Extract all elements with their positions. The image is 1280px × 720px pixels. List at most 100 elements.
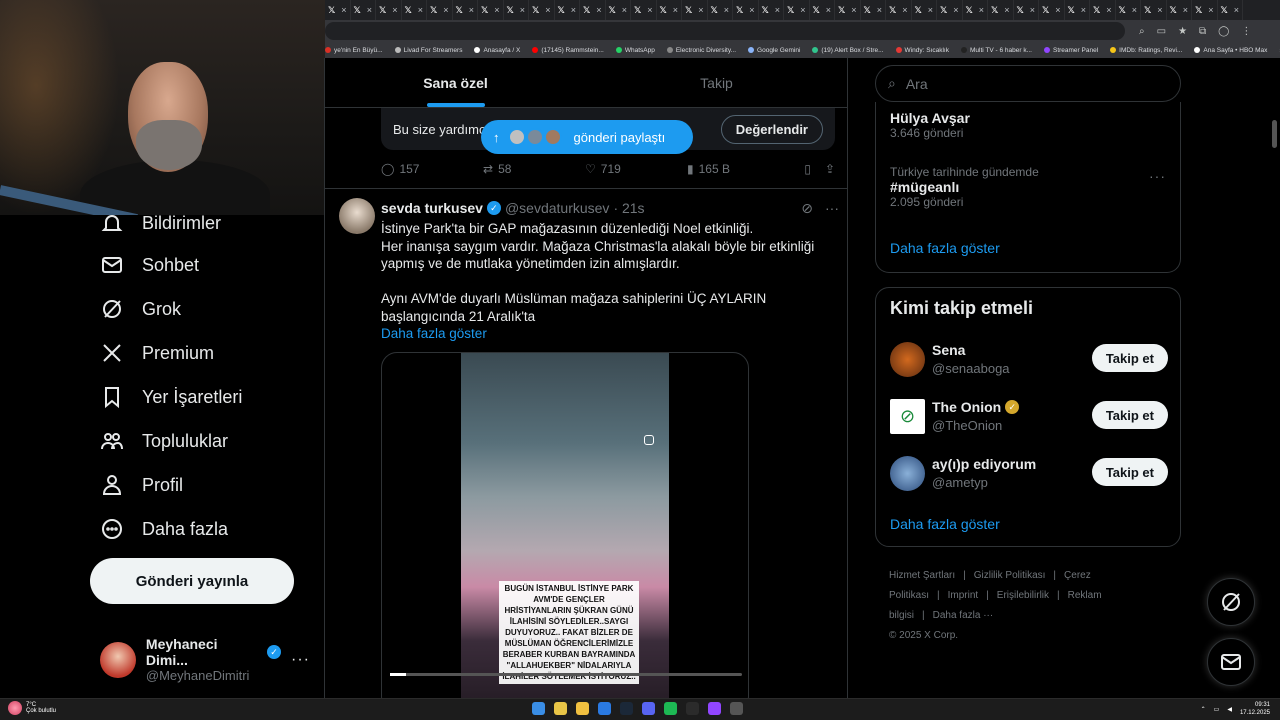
messages-fab[interactable] [1207, 638, 1255, 686]
browser-tab[interactable]: 𝕏 × [1090, 0, 1116, 20]
tab-close-icon[interactable]: × [851, 5, 856, 15]
nav-item-communities[interactable]: Topluluklar [100, 429, 228, 453]
bookmark-item[interactable]: ye'nin En Büyü... [325, 47, 383, 54]
follow-suggestion[interactable]: Sena @senaaboga Takip et [890, 340, 1168, 380]
bookmark-item[interactable]: Ana Sayfa • HBO Max [1194, 47, 1267, 54]
tab-close-icon[interactable]: × [367, 5, 372, 15]
show-more-link[interactable]: Daha fazla göster [381, 325, 821, 343]
post-button[interactable]: Gönderi yayınla [90, 558, 294, 604]
tab-close-icon[interactable]: × [749, 5, 754, 15]
tab-close-icon[interactable]: × [520, 5, 525, 15]
browser-tab[interactable]: 𝕏 × [963, 0, 988, 20]
tab-close-icon[interactable]: × [1055, 5, 1060, 15]
account-more-icon[interactable]: ··· [291, 651, 310, 669]
tab-close-icon[interactable]: × [392, 5, 397, 15]
browser-tab[interactable]: 𝕏 × [861, 0, 886, 20]
tab-close-icon[interactable]: × [775, 5, 780, 15]
browser-tab[interactable]: 𝕏 × [478, 0, 504, 20]
rate-button[interactable]: Değerlendir [720, 114, 823, 144]
browser-tab[interactable]: 𝕏 × [1065, 0, 1090, 20]
trend-item[interactable]: Hülya Avşar 3.646 gönderi [890, 110, 970, 140]
search-box[interactable]: ⌕ Ara [875, 65, 1181, 102]
browser-tab[interactable]: 𝕏 × [886, 0, 912, 20]
browser-tab[interactable]: 𝕏 × [733, 0, 759, 20]
bookmark-item[interactable]: (17145) Rammstein... [532, 47, 604, 54]
omnibox[interactable] [325, 22, 1125, 40]
browser-tab[interactable]: 𝕏 × [1039, 0, 1065, 20]
nav-item-notifications[interactable]: Bildirimler [100, 211, 221, 235]
more-icon[interactable]: ··· [825, 200, 839, 217]
browser-tab[interactable]: 𝕏 × [937, 0, 963, 20]
browser-tab[interactable]: 𝕏 × [1014, 0, 1039, 20]
volume-icon[interactable]: ◀ [1227, 706, 1232, 713]
browser-tab[interactable]: 𝕏 × [1192, 0, 1218, 20]
tab-close-icon[interactable]: × [979, 5, 984, 15]
trends-show-more-link[interactable]: Daha fazla göster [890, 240, 1000, 256]
browser-tab[interactable]: 𝕏 × [988, 0, 1014, 20]
more-icon[interactable]: ··· [1149, 168, 1166, 184]
zoom-icon[interactable]: ⌕ [1139, 26, 1145, 37]
browser-tab[interactable]: 𝕏 × [835, 0, 861, 20]
tab-close-icon[interactable]: × [341, 5, 346, 15]
footer-link[interactable]: Hizmet Şartları [889, 570, 955, 581]
follow-button[interactable]: Takip et [1091, 344, 1168, 372]
bookmark-icon[interactable]: ▯ [804, 162, 811, 176]
tab-close-icon[interactable]: × [469, 5, 474, 15]
bookmark-item[interactable]: WhatsApp [615, 47, 655, 54]
browser-tab[interactable]: 𝕏 × [682, 0, 708, 20]
tab-following[interactable]: Takip [586, 58, 847, 107]
footer-link[interactable]: Gizlilik Politikası [974, 570, 1046, 581]
tab-close-icon[interactable]: × [1030, 5, 1035, 15]
browser-tab[interactable]: 𝕏 × [1116, 0, 1141, 20]
tweet-time[interactable]: · 21s [613, 200, 644, 216]
tab-close-icon[interactable]: × [953, 5, 958, 15]
app-icon[interactable] [730, 702, 743, 715]
browser-tab[interactable]: 𝕏 × [657, 0, 682, 20]
browser-tab[interactable]: 𝕏 × [759, 0, 784, 20]
repost-button[interactable]: ⇄ 58 [483, 162, 585, 176]
spotify-icon[interactable] [664, 702, 677, 715]
footer-link[interactable]: Erişilebilirlik [997, 590, 1049, 601]
nav-item-bookmarks[interactable]: Yer İşaretleri [100, 385, 242, 409]
bookmark-item[interactable]: Windy: Sıcaklık [895, 47, 949, 54]
tab-close-icon[interactable]: × [800, 5, 805, 15]
video-progress-bar[interactable] [390, 673, 742, 676]
like-button[interactable]: ♡ 719 [585, 162, 687, 176]
bookmark-item[interactable]: Livad For Streamers [394, 47, 462, 54]
tab-close-icon[interactable]: × [826, 5, 831, 15]
tab-close-icon[interactable]: × [545, 5, 550, 15]
browser-tab[interactable]: 𝕏 × [912, 0, 937, 20]
scrollbar-thumb[interactable] [1272, 120, 1277, 148]
extensions-icon[interactable]: ⧉ [1199, 26, 1206, 37]
tab-for-you[interactable]: Sana özel [325, 58, 586, 107]
browser-tab[interactable]: 𝕏 × [631, 0, 657, 20]
weather-widget[interactable]: 7°C Çok bulutlu [8, 701, 56, 715]
bookmark-item[interactable]: Electronic Diversity... [666, 47, 736, 54]
bookmark-item[interactable]: IMDb: Ratings, Revi... [1110, 47, 1182, 54]
bookmark-item[interactable]: (19) Alert Box / Stre... [812, 47, 884, 54]
browser-tab[interactable]: 𝕏 × [325, 0, 351, 20]
account-switcher[interactable]: Meyhaneci Dimi... ✓ @MeyhaneDimitri ··· [100, 636, 310, 683]
tab-close-icon[interactable]: × [1132, 5, 1137, 15]
browser-tab[interactable]: 𝕏 × [810, 0, 835, 20]
browser-tab[interactable]: 𝕏 × [580, 0, 606, 20]
nav-item-more[interactable]: Daha fazla [100, 517, 228, 541]
tab-close-icon[interactable]: × [494, 5, 499, 15]
tweet-video[interactable]: BUGÜN İSTANBUL İSTİNYE PARK AVM'DE GENÇL… [381, 352, 749, 698]
follow-suggestion[interactable]: ⊘ The Onion ✓ @TheOnion Takip et [890, 397, 1168, 437]
browser-tab[interactable]: 𝕏 × [376, 0, 402, 20]
tab-close-icon[interactable]: × [902, 5, 907, 15]
tab-close-icon[interactable]: × [1004, 5, 1009, 15]
browser-tab[interactable]: 𝕏 × [453, 0, 478, 20]
footer-link[interactable]: © 2025 X Corp. [889, 626, 1161, 646]
steam-icon[interactable] [620, 702, 633, 715]
browser-tab[interactable]: 𝕏 × [708, 0, 733, 20]
tab-close-icon[interactable]: × [1208, 5, 1213, 15]
bookmark-item[interactable]: Streamer Panel [1043, 47, 1098, 54]
tab-close-icon[interactable]: × [571, 5, 576, 15]
views-button[interactable]: ▮ 165 B [687, 162, 789, 176]
tab-close-icon[interactable]: × [673, 5, 678, 15]
browser-tab[interactable]: 𝕏 × [427, 0, 453, 20]
cast-icon[interactable]: ▭ [1157, 26, 1166, 37]
follow-button[interactable]: Takip et [1091, 458, 1168, 486]
